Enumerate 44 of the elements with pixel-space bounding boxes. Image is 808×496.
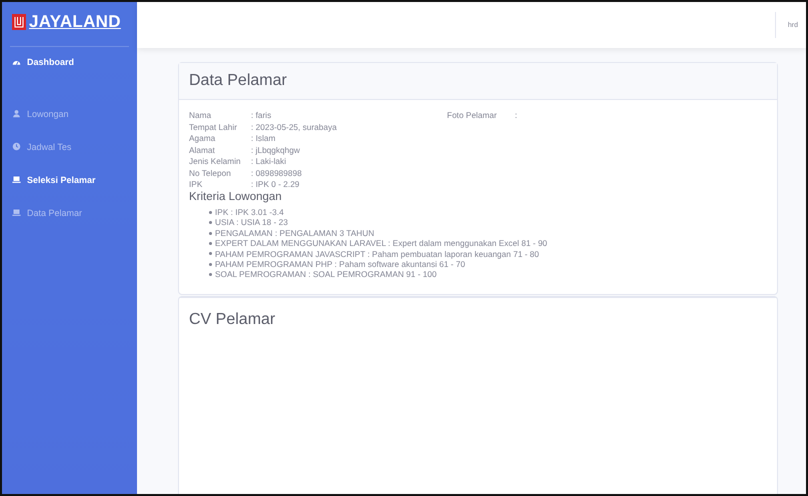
sidebar-item[interactable]: Jadwal Tes xyxy=(2,130,137,163)
field-value: : IPK 0 - 2.29 xyxy=(251,179,300,189)
field-value: : 2023-05-25, surabaya xyxy=(251,122,338,132)
sidebar-item[interactable]: Data Pelamar xyxy=(2,196,137,229)
card-title: Data Pelamar xyxy=(179,63,777,100)
bullet-icon xyxy=(209,242,212,245)
field-value: : 0898989898 xyxy=(251,168,303,178)
bullet-icon xyxy=(209,221,212,224)
field-label: Alamat xyxy=(189,144,216,154)
criteria-item: PAHAM PEMROGRAMAN JAVASCRIPT : Paham pembuatan laporan keuangan 71 - 80 xyxy=(215,248,540,260)
field-label: No Telepon xyxy=(189,168,232,178)
card-title: CV Pelamar xyxy=(179,296,777,342)
field-label: IPK xyxy=(189,179,204,189)
bullet-icon xyxy=(209,262,212,266)
logo-icon xyxy=(12,14,26,30)
brand-name[interactable]: JAYALAND xyxy=(29,12,121,32)
bullet-icon xyxy=(209,273,212,276)
field-value: : jLbqgkqhgw xyxy=(251,144,301,154)
criteria-item: PENGALAMAN : PENGALAMAN 3 TAHUN xyxy=(215,228,374,238)
sidebar-item[interactable]: Seleksi Pelamar xyxy=(2,163,137,196)
bullet-icon xyxy=(209,210,212,214)
clock-icon xyxy=(12,142,21,151)
field-label: Tempat Lahir xyxy=(189,122,238,132)
bullet-icon xyxy=(209,252,212,256)
criteria-item: SOAL PEMROGRAMAN : SOAL PEMROGRAMAN 91 - 100 xyxy=(215,269,437,280)
criteria-item: IPK : IPK 3.01 -3.4 xyxy=(215,207,284,218)
criteria-item: USIA : USIA 18 - 23 xyxy=(215,217,288,228)
field-value: : Islam xyxy=(251,133,276,143)
sidebar-item[interactable]: Dashboard xyxy=(2,47,137,77)
field-value: : faris xyxy=(251,110,272,120)
laptop-icon xyxy=(12,175,21,184)
user-icon xyxy=(12,109,21,118)
field-label: Jenis Kelamin xyxy=(189,156,242,166)
section-heading: Kriteria Lowongan xyxy=(189,191,283,203)
bullet-icon xyxy=(209,232,212,235)
field-label: Nama xyxy=(189,110,212,120)
field-value: : Laki-laki xyxy=(251,156,288,166)
laptop-icon xyxy=(12,208,21,217)
sidebar-item[interactable]: Lowongan xyxy=(2,97,137,130)
criteria-item: EXPERT DALAM MENGGUNAKAN LARAVEL : Expert dalam menggunakan Excel 81 - 90 xyxy=(215,238,548,249)
criteria-item: PAHAM PEMROGRAMAN PHP : Paham software akuntansi 61 - 70 xyxy=(215,259,466,270)
field-label: Agama xyxy=(189,133,216,143)
field-value: : xyxy=(514,110,518,122)
field-label: Foto Pelamar xyxy=(447,110,497,122)
